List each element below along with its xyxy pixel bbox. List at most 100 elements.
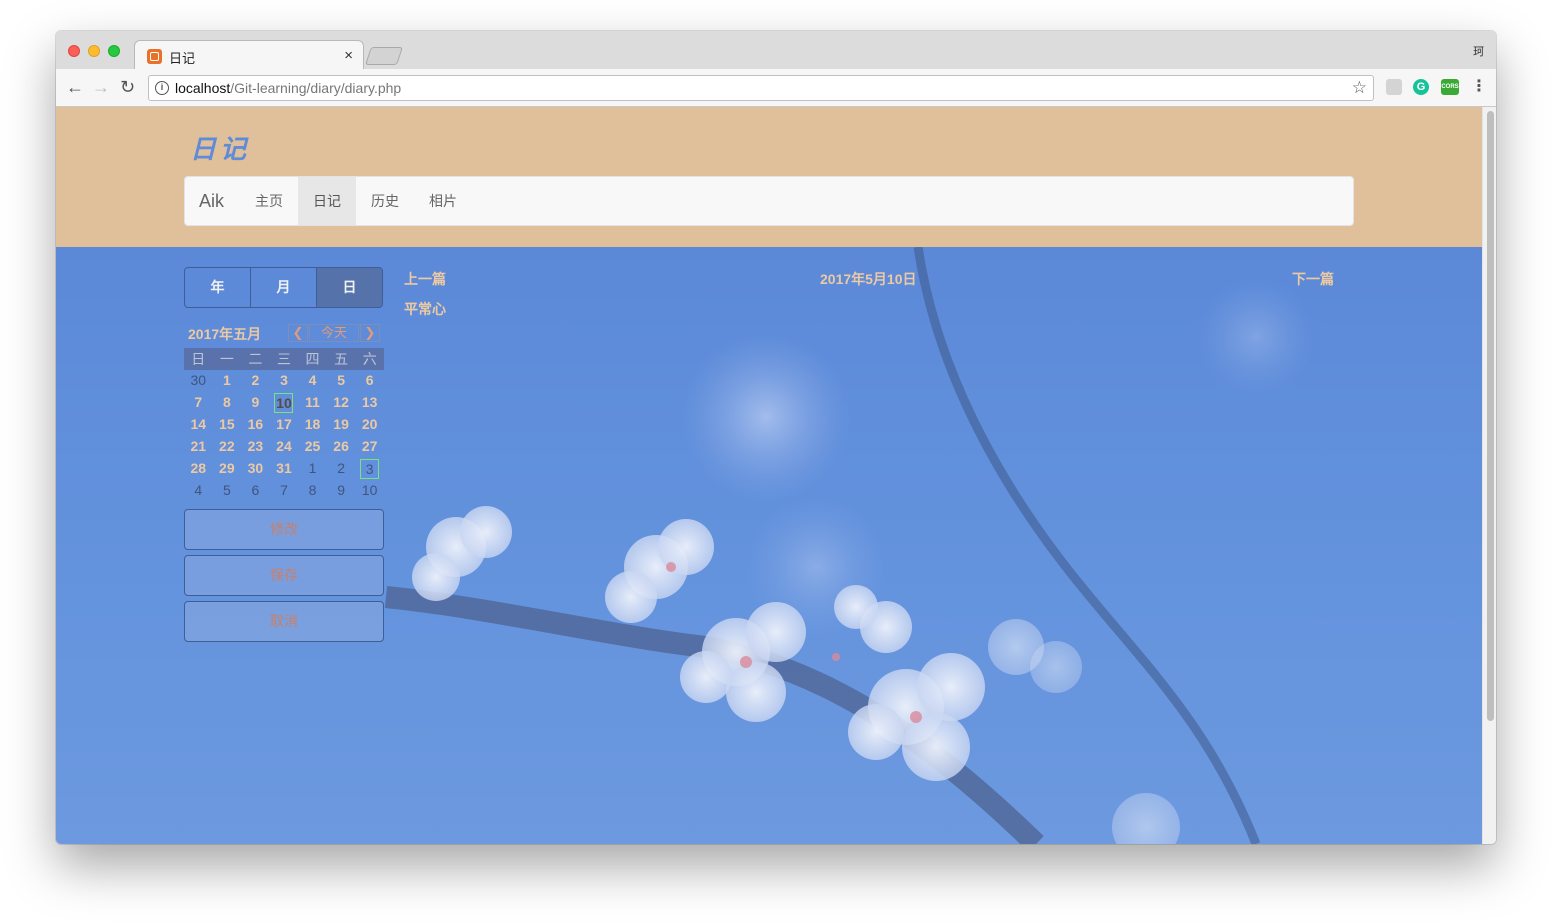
calendar-day[interactable]: 17: [270, 414, 299, 436]
page-scrollbar[interactable]: [1482, 107, 1496, 844]
edit-button[interactable]: 修改: [184, 509, 384, 550]
calendar-week-row: 4 5 6 7 8 9 10: [184, 480, 384, 502]
url-text[interactable]: localhost/Git-learning/diary/diary.php: [175, 80, 401, 96]
calendar-day-label: 7: [194, 394, 203, 410]
navbar-brand[interactable]: Aik: [199, 191, 224, 212]
calendar-week-row: 21 22 23 24 25 26 27: [184, 436, 384, 458]
calendar-day[interactable]: 4: [298, 370, 327, 392]
calendar-day[interactable]: 3: [270, 370, 299, 392]
page-viewport: 日记 Aik 主页 日记 历史 相片 年 月 日 2017年五月 ❮ 今天 ❯ …: [56, 107, 1482, 844]
calendar-day[interactable]: 6: [355, 370, 384, 392]
calendar-day[interactable]: 8: [298, 480, 327, 502]
calendar-day-label: 22: [219, 438, 235, 454]
calendar-day[interactable]: 1: [213, 370, 242, 392]
forward-arrow-icon[interactable]: →: [92, 77, 110, 97]
calendar-day[interactable]: 16: [241, 414, 270, 436]
window-close-button[interactable]: [68, 45, 80, 57]
calendar-day[interactable]: 31: [270, 458, 299, 480]
calendar-day-label: 3: [280, 372, 288, 388]
calendar-day[interactable]: 21: [184, 436, 213, 458]
calendar-grid: 日 一 二 三 四 五 六 30 1 2 3 4 5 6 7 8 9 10 11…: [184, 348, 384, 502]
calendar-day[interactable]: 26: [327, 436, 356, 458]
calendar-day-label: 10: [361, 482, 378, 498]
browser-tab[interactable]: 日记 ×: [134, 40, 364, 70]
calendar-day[interactable]: 5: [213, 480, 242, 502]
tab-close-icon[interactable]: ×: [344, 47, 353, 64]
calendar-day-label: 6: [251, 482, 260, 498]
tab-strip: 日记 × 珂: [56, 31, 1496, 70]
calendar-day[interactable]: 29: [213, 458, 242, 480]
nav-item-home[interactable]: 主页: [240, 177, 298, 225]
calendar-day-label: 11: [305, 394, 320, 410]
bookmark-star-icon[interactable]: ☆: [1352, 78, 1367, 98]
calendar-day[interactable]: 27: [355, 436, 384, 458]
calendar-day[interactable]: 8: [213, 392, 242, 414]
nav-item-history[interactable]: 历史: [356, 177, 414, 225]
calendar-day[interactable]: 5: [327, 370, 356, 392]
next-entry-link[interactable]: 下一篇: [1292, 269, 1334, 289]
calendar-day-today[interactable]: 3: [355, 458, 384, 480]
new-tab-button[interactable]: [365, 47, 403, 65]
view-month-button[interactable]: 月: [251, 268, 317, 307]
calendar-day[interactable]: 1: [298, 458, 327, 480]
calendar-prev-icon[interactable]: ❮: [288, 324, 308, 342]
calendar-day-label: 5: [337, 372, 345, 388]
window-minimize-button[interactable]: [88, 45, 100, 57]
grammarly-extension-icon[interactable]: G: [1413, 79, 1429, 95]
calendar-day-selected[interactable]: 10: [270, 392, 299, 414]
calendar-header: 2017年五月 ❮ 今天 ❯: [188, 323, 384, 343]
calendar-day[interactable]: 4: [184, 480, 213, 502]
calendar-week-row: 30 1 2 3 4 5 6: [184, 370, 384, 392]
calendar-day[interactable]: 19: [327, 414, 356, 436]
address-bar[interactable]: i localhost/Git-learning/diary/diary.php…: [148, 75, 1374, 101]
calendar-day[interactable]: 15: [213, 414, 242, 436]
reload-icon[interactable]: ↻: [120, 77, 135, 97]
calendar-day[interactable]: 7: [184, 392, 213, 414]
calendar-day[interactable]: 7: [270, 480, 299, 502]
calendar-day-label: 4: [194, 482, 203, 498]
calendar-day[interactable]: 12: [327, 392, 356, 414]
more-menu-icon[interactable]: ⋮: [1471, 77, 1487, 97]
calendar-day[interactable]: 9: [327, 480, 356, 502]
scrollbar-thumb[interactable]: [1487, 111, 1494, 721]
shield-extension-icon[interactable]: [1386, 79, 1402, 95]
info-icon[interactable]: i: [155, 81, 169, 95]
calendar-day[interactable]: 13: [355, 392, 384, 414]
previous-entry-link[interactable]: 上一篇: [404, 269, 446, 289]
save-button[interactable]: 保存: [184, 555, 384, 596]
cancel-button[interactable]: 取消: [184, 601, 384, 642]
nav-item-photos[interactable]: 相片: [414, 177, 472, 225]
site-title: 日记: [190, 134, 251, 164]
calendar-day[interactable]: 18: [298, 414, 327, 436]
calendar-day[interactable]: 22: [213, 436, 242, 458]
profile-label[interactable]: 珂: [1473, 43, 1484, 59]
calendar-day-label: 21: [190, 438, 207, 454]
nav-item-diary[interactable]: 日记: [298, 177, 356, 225]
calendar-day[interactable]: 23: [241, 436, 270, 458]
calendar-day[interactable]: 25: [298, 436, 327, 458]
cors-extension-icon[interactable]: CORS: [1441, 79, 1459, 95]
calendar-day[interactable]: 11: [298, 392, 327, 414]
calendar-today-button[interactable]: 今天: [309, 324, 359, 342]
back-arrow-icon[interactable]: ←: [66, 77, 84, 97]
view-day-button[interactable]: 日: [317, 268, 382, 307]
calendar-day[interactable]: 9: [241, 392, 270, 414]
calendar-day-label: 31: [276, 460, 292, 476]
view-year-button[interactable]: 年: [185, 268, 251, 307]
calendar-day[interactable]: 2: [327, 458, 356, 480]
calendar-day[interactable]: 24: [270, 436, 299, 458]
calendar-day[interactable]: 30: [184, 370, 213, 392]
calendar-day[interactable]: 10: [355, 480, 384, 502]
calendar-day[interactable]: 30: [241, 458, 270, 480]
browser-toolbar: ← → ↻ i localhost/Git-learning/diary/dia…: [56, 69, 1496, 107]
calendar-next-icon[interactable]: ❯: [360, 324, 380, 342]
calendar-day[interactable]: 14: [184, 414, 213, 436]
calendar-day[interactable]: 2: [241, 370, 270, 392]
calendar-day[interactable]: 6: [241, 480, 270, 502]
calendar-day-label: 29: [219, 460, 235, 476]
content-area: 年 月 日 2017年五月 ❮ 今天 ❯ 日 一 二 三 四 五 六 30 1 …: [56, 247, 1482, 844]
window-maximize-button[interactable]: [108, 45, 120, 57]
calendar-day[interactable]: 28: [184, 458, 213, 480]
view-mode-group: 年 月 日: [184, 267, 383, 308]
calendar-day[interactable]: 20: [355, 414, 384, 436]
